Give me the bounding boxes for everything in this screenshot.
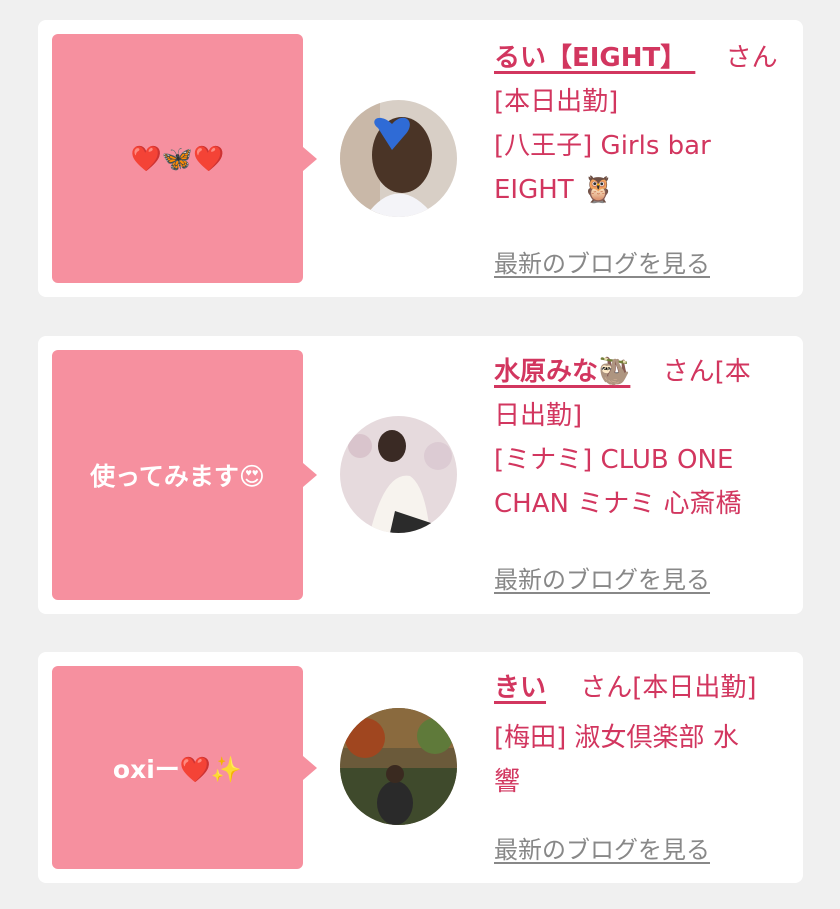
message-text: oxiー❤️✨ [112, 754, 243, 784]
message-bubble: ❤️🦋❤️ [52, 34, 317, 283]
message-text: 使ってみます😍 [90, 462, 265, 491]
avatar[interactable] [340, 416, 457, 533]
user-name-link[interactable]: 水原みな🦥 [494, 357, 630, 387]
card-info: きい さん[本日出勤] [梅田] 淑女倶楽部 水 響 [494, 666, 794, 804]
shop-line: [八王子] Girls bar [494, 131, 711, 161]
status-line: [本日出勤] [494, 87, 619, 117]
status-line: 日出勤] [494, 401, 583, 431]
avatar[interactable] [340, 100, 457, 217]
avatar-photo [340, 416, 457, 533]
blog-card[interactable]: oxiー❤️✨ きい さん[本日出勤] [梅田] 淑女倶楽部 水 響 最新のブロ… [38, 652, 803, 883]
shop-line-2: EIGHT 🦉 [494, 175, 615, 205]
shop-line: [梅田] 淑女倶楽部 水 [494, 723, 739, 753]
honorific: さん[本 [662, 357, 751, 387]
avatar-photo [340, 708, 457, 825]
message-bubble: 使ってみます😍 [52, 350, 317, 600]
blog-card[interactable]: ❤️🦋❤️ るい【EIGHT】 さん [本日出勤] [八王子] Girls ba… [38, 20, 803, 297]
latest-blog-link[interactable]: 最新のブログを見る [494, 830, 710, 865]
latest-blog-link[interactable]: 最新のブログを見る [494, 560, 710, 595]
honorific: さん [725, 43, 778, 73]
blog-card[interactable]: 使ってみます😍 水原みな🦥 さん[本 日出勤] [ミナミ] CLUB ONE C… [38, 336, 803, 614]
avatar[interactable] [340, 708, 457, 825]
message-bubble: oxiー❤️✨ [52, 666, 317, 869]
card-info: 水原みな🦥 さん[本 日出勤] [ミナミ] CLUB ONE CHAN ミナミ … [494, 350, 794, 526]
shop-line-2: 響 [494, 767, 521, 797]
honorific: さん[本日出勤] [580, 673, 757, 703]
latest-blog-link[interactable]: 最新のブログを見る [494, 244, 710, 279]
shop-line-2: CHAN ミナミ 心斎橋 [494, 489, 742, 519]
avatar-photo [340, 100, 457, 217]
user-name-link[interactable]: きい [494, 673, 546, 703]
user-name-link[interactable]: るい【EIGHT】 [494, 43, 695, 73]
shop-line: [ミナミ] CLUB ONE [494, 445, 734, 475]
message-text: ❤️🦋❤️ [130, 143, 225, 173]
card-info: るい【EIGHT】 さん [本日出勤] [八王子] Girls bar EIGH… [494, 36, 794, 212]
